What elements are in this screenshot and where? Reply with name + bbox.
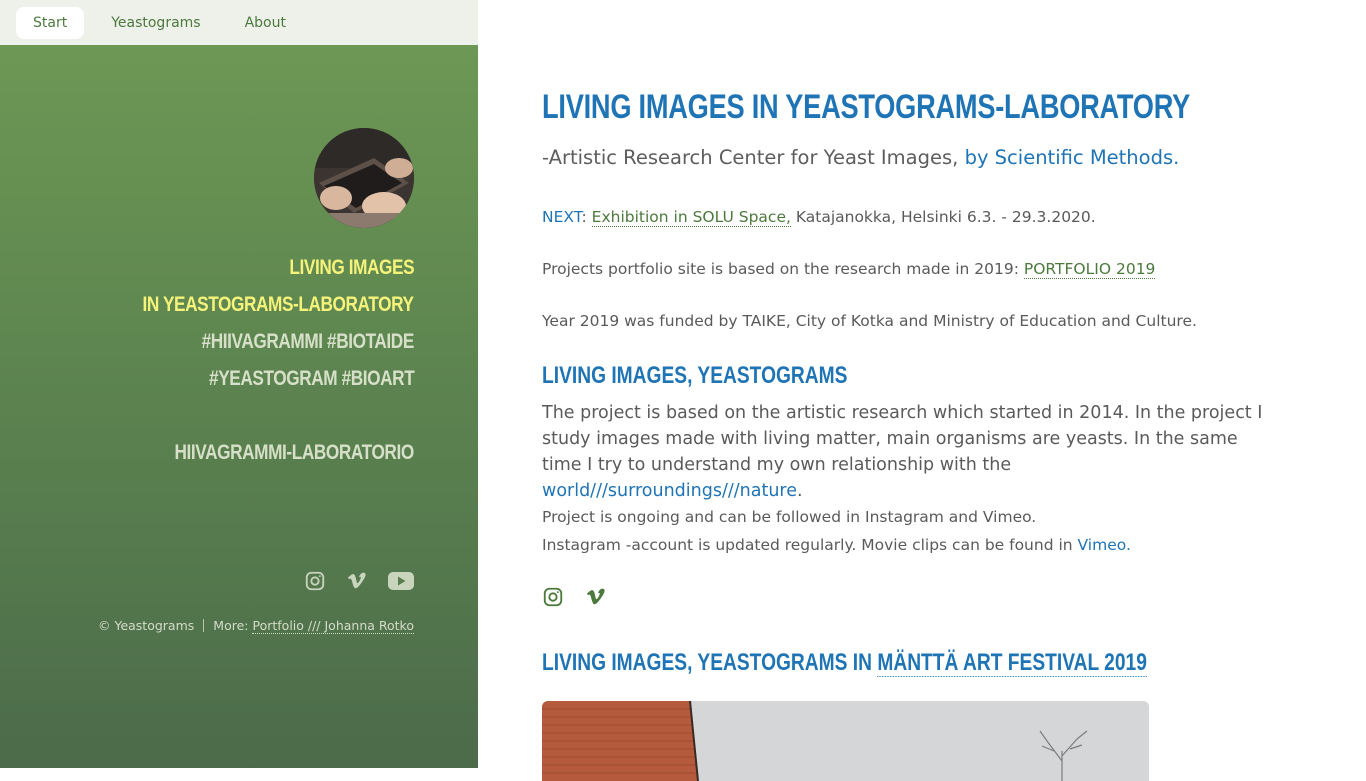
nav-yeastograms[interactable]: Yeastograms xyxy=(94,7,217,39)
mantta-festival-link[interactable]: MÄNTTÄ ART FESTIVAL 2019 xyxy=(877,649,1147,677)
top-nav: Start Yeastograms About xyxy=(0,0,478,45)
sidebar-lab-name[interactable]: HIIVAGRAMMI-LABORATORIO xyxy=(175,441,414,465)
nav-start[interactable]: Start xyxy=(16,7,84,39)
more-label: More: xyxy=(213,618,248,633)
page-title: LIVING IMAGES IN YEASTOGRAMS-LABORATORY xyxy=(542,88,1190,127)
portfolio-link[interactable]: Portfolio /// Johanna Rotko xyxy=(252,618,414,634)
nav-about[interactable]: About xyxy=(228,7,303,39)
exhibition-link[interactable]: Exhibition in SOLU Space, xyxy=(592,208,791,227)
next-exhibition: NEXT: Exhibition in SOLU Space, Katajano… xyxy=(542,208,1096,226)
vimeo-link[interactable]: Vimeo xyxy=(1078,536,1126,554)
sidebar-title-line1[interactable]: LIVING IMAGES xyxy=(289,256,414,280)
section2-heading: LIVING IMAGES, YEASTOGRAMS IN MÄNTTÄ ART… xyxy=(542,649,1147,677)
vimeo-icon[interactable] xyxy=(585,586,607,608)
youtube-icon[interactable] xyxy=(388,570,414,592)
instagram-icon[interactable] xyxy=(304,570,326,592)
sidebar-footer: © Yeastograms More: Portfolio /// Johanna… xyxy=(98,618,414,633)
section1-body: The project is based on the artistic res… xyxy=(542,400,1272,504)
main-social-icons xyxy=(542,586,607,608)
section1-heading: LIVING IMAGES, YEASTOGRAMS xyxy=(542,362,847,390)
copyright: © Yeastograms xyxy=(98,618,194,633)
vimeo-icon[interactable] xyxy=(346,570,368,592)
divider xyxy=(203,619,204,632)
festival-photo xyxy=(542,701,1149,781)
world-link[interactable]: world///surroundings///nature xyxy=(542,481,797,501)
portfolio-2019-link[interactable]: PORTFOLIO 2019 xyxy=(1024,260,1156,279)
sidebar-tags-line1: #HIIVAGRAMMI #BIOTAIDE xyxy=(202,330,414,354)
scientific-methods-link[interactable]: by Scientific Methods xyxy=(965,146,1174,169)
portfolio-info: Projects portfolio site is based on the … xyxy=(542,260,1155,278)
instagram-icon[interactable] xyxy=(542,586,564,608)
sidebar-social-icons xyxy=(304,570,414,592)
next-link[interactable]: NEXT xyxy=(542,208,582,226)
page-subtitle: -Artistic Research Center for Yeast Imag… xyxy=(542,146,1179,169)
funding-info: Year 2019 was funded by TAIKE, City of K… xyxy=(542,312,1197,330)
sidebar-title-line2[interactable]: IN YEASTOGRAMS-LABORATORY xyxy=(143,293,414,317)
sidebar-tags-line2: #YEASTOGRAM #BIOART xyxy=(209,367,414,391)
sidebar: Start Yeastograms About LIVING IMAGES IN… xyxy=(0,0,478,768)
follow-line2: Instagram -account is updated regularly.… xyxy=(542,536,1131,554)
avatar xyxy=(314,128,414,228)
follow-line1: Project is ongoing and can be followed i… xyxy=(542,508,1036,526)
